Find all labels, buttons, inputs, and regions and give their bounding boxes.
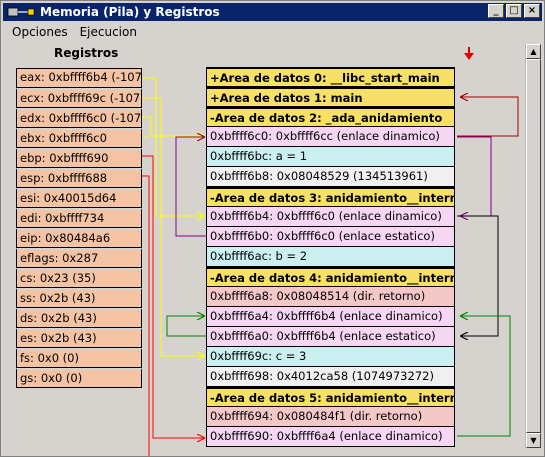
- registers-header: Registros: [54, 46, 119, 60]
- register-es[interactable]: es: 0x2b (43): [16, 328, 142, 348]
- stack-cell[interactable]: 0xbffff6a8: 0x08048514 (dir. retorno): [206, 287, 455, 307]
- ecx-pointer-arrow: [142, 97, 204, 356]
- stack-area-header[interactable]: -Area de datos 2: _ada_anidamiento: [206, 107, 455, 127]
- close-button[interactable]: ×: [524, 4, 540, 18]
- stack-area-header[interactable]: -Area de datos 5: anidamiento__interno_: [206, 387, 455, 407]
- register-gs[interactable]: gs: 0x0 (0): [16, 368, 142, 388]
- menu-opciones-label: Opciones: [12, 25, 68, 39]
- menu-bar: Opciones Ejecucion: [3, 23, 542, 41]
- register-ecx[interactable]: ecx: 0xbffff69c (-1073: [16, 88, 142, 108]
- register-edx[interactable]: edx: 0xbffff6c0 (-1073: [16, 108, 142, 128]
- register-ss[interactable]: ss: 0x2b (43): [16, 288, 142, 308]
- stack-cell[interactable]: 0xbffff6ac: b = 2: [206, 247, 455, 267]
- register-ebp[interactable]: ebp: 0xbffff690: [16, 148, 142, 168]
- registers-list: eax: 0xbffff6b4 (-1073 ecx: 0xbffff69c (…: [16, 68, 142, 388]
- stack-cell[interactable]: 0xbffff6bc: a = 1: [206, 147, 455, 167]
- register-ds[interactable]: ds: 0x2b (43): [16, 308, 142, 328]
- stack-cell[interactable]: 0xbffff690: 0xbffff6a4 (enlace dinamico): [206, 427, 455, 447]
- stack-area-header[interactable]: -Area de datos 3: anidamiento__interno: [206, 187, 455, 207]
- title-bar[interactable]: Memoria (Pila) y Registros _ □ ×: [3, 3, 542, 21]
- register-esp[interactable]: esp: 0xbffff688: [16, 168, 142, 188]
- register-eip[interactable]: eip: 0x80484a6: [16, 228, 142, 248]
- vertical-scrollbar[interactable]: ▲ ▼: [525, 44, 541, 448]
- stack-area-header[interactable]: -Area de datos 4: anidamiento__interno_: [206, 267, 455, 287]
- static-link-arrow-black: [457, 215, 499, 336]
- register-eflags[interactable]: eflags: 0x287: [16, 248, 142, 268]
- red-down-arrow-icon: [464, 47, 474, 60]
- stack-cell[interactable]: 0xbffff6b8: 0x08048529 (134513961): [206, 167, 455, 187]
- menu-ejecucion-label: Ejecucion: [79, 25, 137, 39]
- scroll-thumb[interactable]: [526, 59, 541, 433]
- stack-cell[interactable]: 0xbffff69c: c = 3: [206, 347, 455, 367]
- stack-area-header[interactable]: +Area de datos 0: __libc_start_main: [206, 67, 455, 87]
- dynamic-link-arrow-top: [457, 97, 519, 137]
- stack-cell[interactable]: 0xbffff6a0: 0xbffff6b4 (enlace estatico): [206, 327, 455, 347]
- dynamic-link-arrow-purple-1: [457, 136, 492, 216]
- eax-pointer-arrow: [142, 77, 204, 216]
- main-content: Registros eax: 0xbffff6b4 (-1073 ecx: 0x…: [3, 42, 542, 456]
- esp-pointer-arrow: [142, 175, 150, 456]
- ebx-pointer-arrow: [142, 136, 148, 138]
- memory-window: Memoria (Pila) y Registros _ □ × Opcione…: [0, 0, 545, 457]
- scroll-up-button[interactable]: ▲: [526, 44, 541, 59]
- app-icon[interactable]: [6, 5, 36, 19]
- stack-area-header[interactable]: +Area de datos 1: main: [206, 87, 455, 107]
- stack-cell[interactable]: 0xbffff6b0: 0xbffff6c0 (enlace estatico): [206, 227, 455, 247]
- stack-cell[interactable]: 0xbffff694: 0x080484f1 (dir. retorno): [206, 407, 455, 427]
- stack-cell[interactable]: 0xbffff6b4: 0xbffff6c0 (enlace dinamico): [206, 207, 455, 227]
- maximize-button[interactable]: □: [506, 4, 522, 18]
- register-esi[interactable]: esi: 0x40015d64: [16, 188, 142, 208]
- window-title: Memoria (Pila) y Registros: [40, 5, 220, 19]
- register-cs[interactable]: cs: 0x23 (35): [16, 268, 142, 288]
- stack-cell[interactable]: 0xbffff6c0: 0xbffff6cc (enlace dinamico): [206, 127, 455, 147]
- register-eax[interactable]: eax: 0xbffff6b4 (-1073: [16, 68, 142, 88]
- ebp-pointer-arrow: [142, 155, 204, 438]
- minimize-button[interactable]: _: [488, 4, 504, 18]
- menu-ejecucion[interactable]: Ejecucion: [79, 25, 138, 39]
- stack-cell[interactable]: 0xbffff698: 0x4012ca58 (1074973272): [206, 367, 455, 387]
- scroll-down-button[interactable]: ▼: [526, 433, 541, 448]
- dynamic-link-arrow-green-2: [457, 316, 511, 437]
- register-edi[interactable]: edi: 0xbffff734: [16, 208, 142, 228]
- edx-pointer-arrow: [142, 116, 204, 136]
- register-ebx[interactable]: ebx: 0xbffff6c0: [16, 128, 142, 148]
- menu-opciones[interactable]: Opciones: [11, 25, 69, 39]
- dynamic-link-arrow-purple-2: [175, 137, 206, 237]
- static-link-arrow-green-1: [166, 316, 206, 337]
- stack-list: +Area de datos 0: __libc_start_main +Area…: [206, 67, 455, 447]
- register-fs[interactable]: fs: 0x0 (0): [16, 348, 142, 368]
- stack-cell[interactable]: 0xbffff6a4: 0xbffff6b4 (enlace dinamico): [206, 307, 455, 327]
